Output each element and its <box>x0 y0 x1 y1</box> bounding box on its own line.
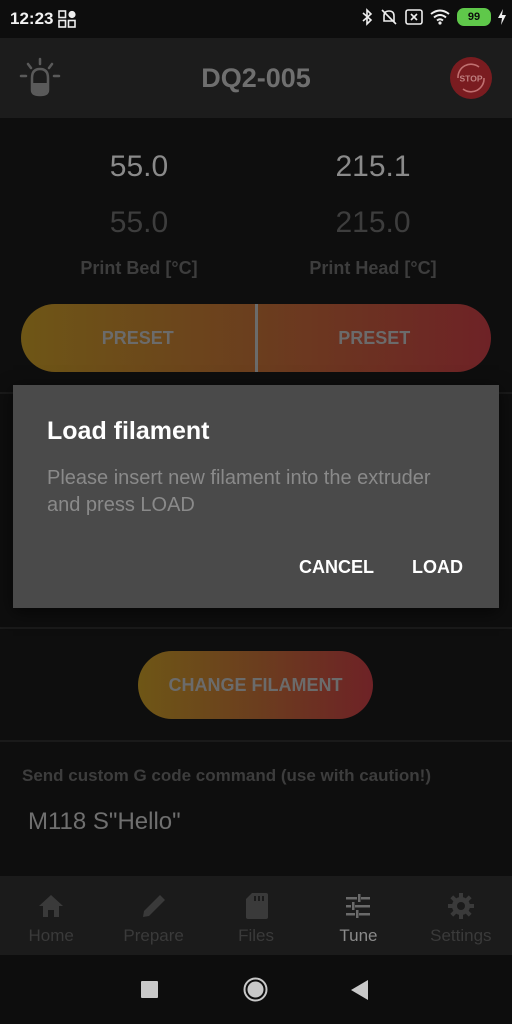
gcode-label: Send custom G code command (use with cau… <box>22 766 431 785</box>
head-preset-button[interactable]: PRESET <box>258 304 492 372</box>
head-actual-temp: 215.1 <box>335 150 411 183</box>
nav-label: Settings <box>430 926 492 945</box>
nav-files[interactable]: Files <box>205 876 307 955</box>
sd-card-icon <box>246 893 269 919</box>
load-filament-dialog: Load filament Please insert new filament… <box>13 385 499 608</box>
status-bar: 12:23 99 <box>0 0 512 38</box>
nav-label: Tune <box>339 926 378 945</box>
pencil-icon <box>142 895 165 917</box>
bluetooth-icon <box>362 8 373 26</box>
stop-label: STOP <box>460 74 483 84</box>
battery-icon: 99 <box>457 8 491 26</box>
print-bed-temperature: 55.0 55.0 Print Bed [°C] <box>11 150 267 279</box>
app-header: DQ2-005 STOP <box>0 38 512 118</box>
sliders-icon <box>346 894 371 918</box>
section-divider <box>0 627 512 629</box>
wifi-icon <box>430 9 450 25</box>
nav-prepare[interactable]: Prepare <box>102 876 204 955</box>
app-grid-icon <box>58 10 76 28</box>
dialog-title: Load filament <box>47 417 210 445</box>
bed-actual-temp: 55.0 <box>109 150 169 183</box>
nav-tune[interactable]: Tune <box>307 876 409 955</box>
home-icon <box>39 895 64 917</box>
charging-icon <box>498 9 506 25</box>
nav-label: Home <box>28 926 74 945</box>
nav-label: Files <box>238 926 274 945</box>
change-filament-button[interactable]: CHANGE FILAMENT <box>138 651 373 719</box>
print-head-temperature: 215.1 215.0 Print Head [°C] <box>245 150 501 279</box>
preset-button-group: PRESET PRESET <box>21 304 491 372</box>
home-button[interactable] <box>243 977 268 1002</box>
cancel-button[interactable]: CANCEL <box>299 557 374 578</box>
gcode-command-input[interactable] <box>28 808 488 836</box>
bottom-navigation: Home Prepare Files Tune Settings <box>0 876 512 955</box>
dialog-message: Please insert new filament into the extr… <box>47 467 431 516</box>
back-button[interactable] <box>351 980 368 1000</box>
bed-preset-button[interactable]: PRESET <box>21 304 255 372</box>
section-divider <box>0 740 512 742</box>
status-time: 12:23 <box>10 9 54 28</box>
head-temp-label: Print Head [°C] <box>309 258 437 278</box>
nav-home[interactable]: Home <box>0 876 102 955</box>
nav-settings[interactable]: Settings <box>410 876 512 955</box>
emergency-stop-icon[interactable]: STOP <box>449 56 493 100</box>
system-navigation-bar <box>0 955 512 1024</box>
head-target-temp[interactable]: 215.0 <box>245 206 501 240</box>
load-button[interactable]: LOAD <box>412 557 463 578</box>
nav-label: Prepare <box>123 926 184 945</box>
bed-target-temp[interactable]: 55.0 <box>11 206 267 240</box>
printer-name-title: DQ2-005 <box>201 63 311 93</box>
notifications-off-icon <box>381 9 397 25</box>
bed-temp-label: Print Bed [°C] <box>80 258 198 278</box>
sim-x-icon <box>405 9 423 25</box>
recents-button[interactable] <box>141 981 158 998</box>
gear-icon <box>447 893 474 919</box>
